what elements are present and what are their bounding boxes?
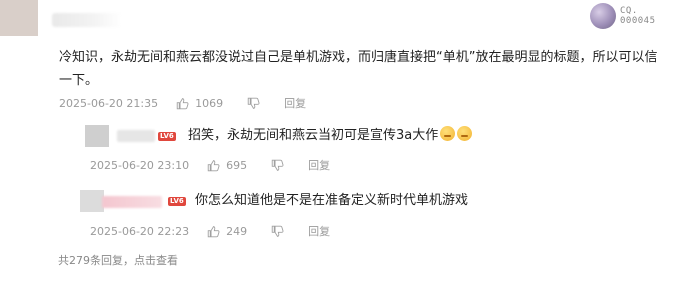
like-button[interactable]: 1069 (176, 97, 223, 110)
emoji-icon (457, 126, 473, 141)
reply-avatar[interactable] (80, 190, 104, 212)
thumbs-up-icon (176, 97, 189, 109)
view-all-replies-link[interactable]: 共279条回复，点击查看 (58, 252, 178, 268)
reply-date: 2025-06-20 23:10 (90, 158, 190, 172)
dislike-button[interactable] (271, 225, 290, 238)
reply-meta: 2025-06-20 23:10 695 回复 (90, 157, 330, 173)
fan-badge-line1: CQ. (620, 6, 638, 16)
fan-badge-number: 000045 (620, 16, 656, 26)
reply-avatar[interactable] (85, 125, 109, 147)
thumbs-down-icon (271, 159, 284, 171)
reply-button[interactable]: 回复 (308, 223, 330, 239)
comment-date: 2025-06-20 21:35 (59, 96, 159, 110)
like-button[interactable]: 695 (207, 159, 247, 172)
reply-author-redacted (117, 130, 155, 142)
fan-badge-label: CQ. 000045 (620, 6, 656, 26)
reply-date: 2025-06-20 22:23 (90, 224, 190, 238)
level-badge: LV6 (168, 197, 186, 206)
dislike-button[interactable] (271, 159, 290, 172)
like-count: 695 (226, 158, 248, 172)
like-count: 249 (226, 224, 248, 238)
reply-text: 你怎么知道他是不是在准备定义新时代单机游戏 (195, 193, 469, 208)
reply-button[interactable]: 回复 (308, 157, 330, 173)
thumbs-down-icon (271, 225, 284, 237)
like-button[interactable]: 249 (207, 225, 247, 238)
main-comment-meta: 2025-06-20 21:35 1069 回复 (59, 95, 306, 111)
reply-author-redacted (102, 196, 162, 208)
reply-button[interactable]: 回复 (284, 95, 306, 111)
reply-text-content: 招笑，永劫无间和燕云当初可是宣传3a大作 (188, 128, 439, 143)
level-badge: LV6 (158, 132, 176, 141)
main-comment-text: 冷知识，永劫无间和燕云都没说过自己是单机游戏，而归唐直接把“单机”放在最明显的标… (59, 50, 658, 88)
fan-badge-icon (590, 3, 616, 29)
thumbs-up-icon (207, 225, 220, 237)
reply-text: 招笑，永劫无间和燕云当初可是宣传3a大作 (188, 124, 473, 147)
emoji-icon (440, 126, 456, 141)
like-count: 1069 (195, 96, 224, 110)
commenter-name-redacted (52, 13, 122, 27)
reply-meta: 2025-06-20 22:23 249 回复 (90, 223, 330, 239)
commenter-avatar[interactable] (0, 0, 38, 36)
thumbs-down-icon (247, 97, 260, 109)
dislike-button[interactable] (247, 97, 266, 110)
thumbs-up-icon (207, 159, 220, 171)
